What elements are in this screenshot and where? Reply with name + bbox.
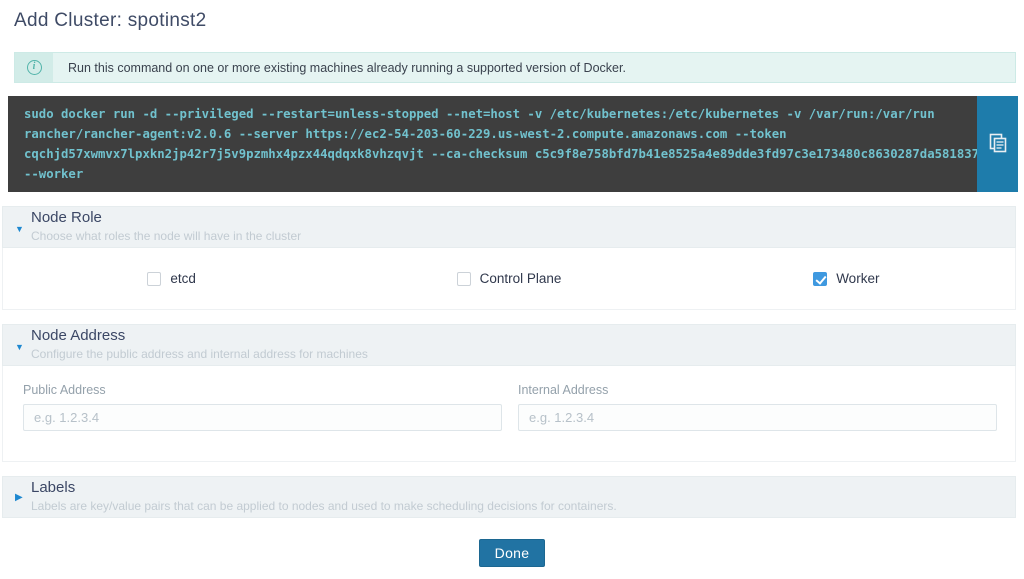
public-address-label: Public Address <box>23 383 502 397</box>
page-title: Add Cluster: spotinst2 <box>14 10 1024 32</box>
role-option-worker[interactable]: Worker <box>678 271 1015 286</box>
chevron-right-icon: ▶ <box>15 492 31 503</box>
command-line: cqchjd57xwmvx7lpxkn2jp42r7j5v9pzmhx4pzx4… <box>24 144 961 164</box>
command-line: sudo docker run -d --privileged --restar… <box>24 104 961 124</box>
section-subtitle: Choose what roles the node will have in … <box>31 229 301 244</box>
internal-address-group: Internal Address <box>518 383 997 431</box>
add-cluster-page: Add Cluster: spotinst2 i Run this comman… <box>0 0 1024 579</box>
role-option-control-plane[interactable]: Control Plane <box>340 271 677 286</box>
done-button[interactable]: Done <box>479 539 546 567</box>
command-line: --worker <box>24 164 961 184</box>
checkbox-etcd[interactable] <box>147 272 161 286</box>
section-header-labels[interactable]: ▶ Labels Labels are key/value pairs that… <box>2 476 1016 518</box>
docker-command-text: sudo docker run -d --privileged --restar… <box>8 96 977 192</box>
section-subtitle: Labels are key/value pairs that can be a… <box>31 499 617 514</box>
role-option-label: Control Plane <box>480 271 562 286</box>
role-option-etcd[interactable]: etcd <box>3 271 340 286</box>
internal-address-label: Internal Address <box>518 383 997 397</box>
public-address-group: Public Address <box>23 383 502 431</box>
section-header-node-role[interactable]: ▼ Node Role Choose what roles the node w… <box>2 206 1016 248</box>
public-address-input[interactable] <box>23 404 502 431</box>
section-title: Node Address <box>31 327 368 346</box>
section-header-node-address[interactable]: ▼ Node Address Configure the public addr… <box>2 324 1016 366</box>
node-address-form: Public Address Internal Address <box>2 366 1016 462</box>
section-title: Node Role <box>31 209 301 228</box>
info-icon: i <box>27 60 42 75</box>
section-subtitle: Configure the public address and interna… <box>31 347 368 362</box>
section-title: Labels <box>31 479 617 498</box>
info-banner: i Run this command on one or more existi… <box>14 52 1016 83</box>
section-node-role: ▼ Node Role Choose what roles the node w… <box>2 206 1016 310</box>
command-line: rancher/rancher-agent:v2.0.6 --server ht… <box>24 124 961 144</box>
role-option-label: Worker <box>836 271 879 286</box>
footer: Done <box>0 539 1024 567</box>
role-option-label: etcd <box>170 271 196 286</box>
copy-command-button[interactable] <box>977 96 1018 192</box>
checkbox-worker[interactable] <box>813 272 827 286</box>
info-banner-icon-cell: i <box>15 53 53 82</box>
docker-command-block: sudo docker run -d --privileged --restar… <box>8 96 1018 192</box>
checkbox-control-plane[interactable] <box>457 272 471 286</box>
section-node-address: ▼ Node Address Configure the public addr… <box>2 324 1016 462</box>
info-banner-text: Run this command on one or more existing… <box>53 53 626 82</box>
clipboard-icon <box>989 133 1007 156</box>
chevron-down-icon: ▼ <box>15 224 31 234</box>
section-labels: ▶ Labels Labels are key/value pairs that… <box>2 476 1016 518</box>
chevron-down-icon: ▼ <box>15 342 31 352</box>
node-role-options: etcd Control Plane Worker <box>2 248 1016 310</box>
internal-address-input[interactable] <box>518 404 997 431</box>
